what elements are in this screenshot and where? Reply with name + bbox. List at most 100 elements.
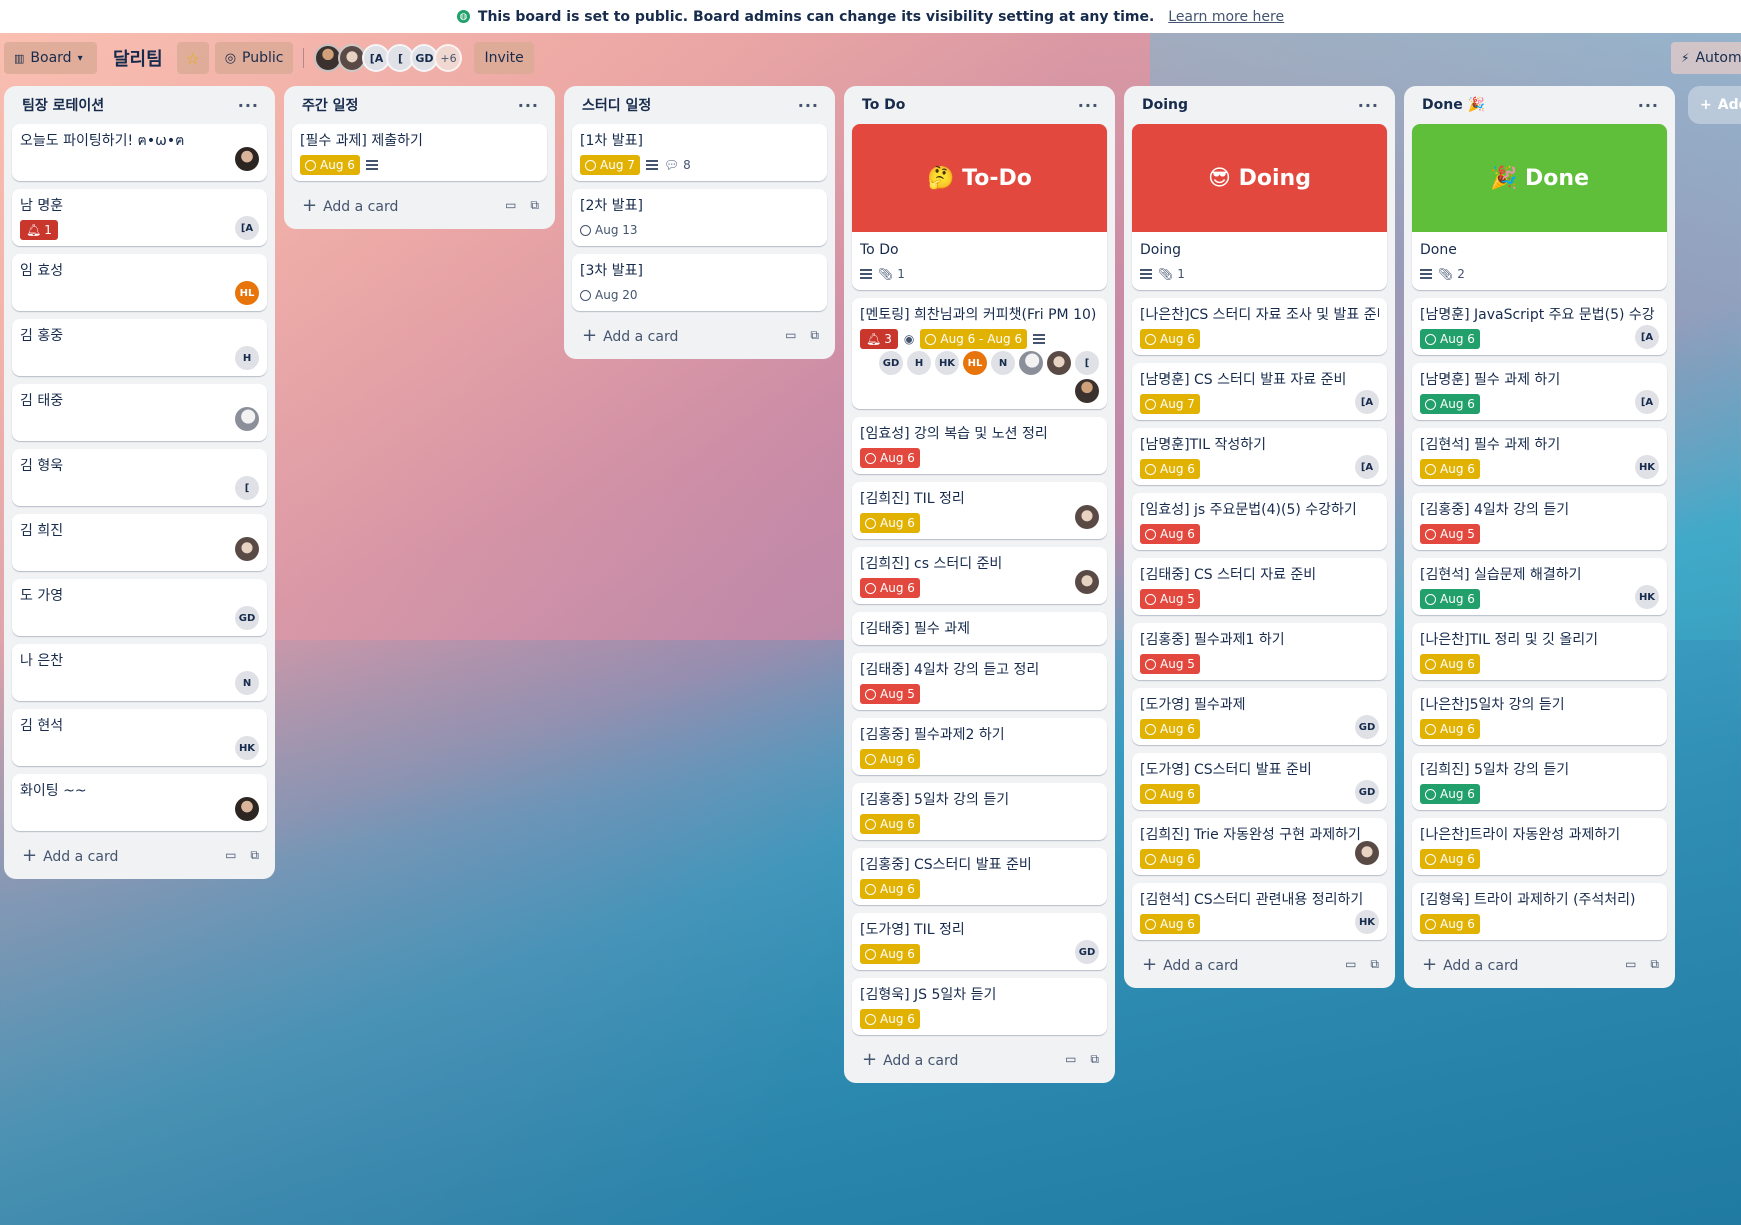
card[interactable]: [임효성] js 주요문법(4)(5) 수강하기 Aug 6 [1132,493,1387,550]
template-icon[interactable]: ▭ [1345,957,1356,972]
card[interactable]: 김 형욱 [ [12,449,267,506]
learn-more-link[interactable]: Learn more here [1168,9,1284,25]
card-template-icon[interactable]: ⧉ [1650,957,1659,972]
card-template-icon[interactable]: ⧉ [1090,1052,1099,1067]
member-avatar[interactable] [1019,351,1043,375]
star-button[interactable]: ☆ [176,42,209,74]
member-avatar[interactable]: [A [1635,390,1659,414]
list-title[interactable]: Done 🎉 [1422,97,1485,113]
card-template-icon[interactable]: ⧉ [1370,957,1379,972]
member-avatar[interactable]: GD [1075,940,1099,964]
card[interactable]: 화이팅 ~~ [12,774,267,831]
due-date-badge[interactable]: Aug 6 [860,879,920,899]
more-icon[interactable]: ··· [1638,96,1659,115]
due-date-badge[interactable]: Aug 13 [580,220,638,240]
card[interactable]: [김현석] CS스터디 관련내용 정리하기 Aug 6 HK [1132,883,1387,940]
member-avatar[interactable]: GD [1355,715,1379,739]
card[interactable]: 남 명훈 🔔︎ 1 [A [12,189,267,246]
card[interactable]: [임효성] 강의 복습 및 노션 정리 Aug 6 [852,417,1107,474]
card[interactable]: [김희진] Trie 자동완성 구현 과제하기 Aug 6 [1132,818,1387,875]
card[interactable]: [나은찬]트라이 자동완성 과제하기 Aug 6 [1412,818,1667,875]
card[interactable]: [김희진] 5일차 강의 듣기 Aug 6 [1412,753,1667,810]
member-avatar[interactable]: HK [1355,910,1379,934]
card[interactable]: [김홍중] CS스터디 발표 준비 Aug 6 [852,848,1107,905]
more-icon[interactable]: ··· [798,96,819,115]
invite-button[interactable]: Invite [474,42,534,74]
member-avatar[interactable]: H [907,351,931,375]
due-date-badge[interactable]: Aug 6 [860,944,920,964]
member-avatar[interactable] [235,147,259,171]
card[interactable]: [나은찬]TIL 정리 및 깃 올리기 Aug 6 [1412,623,1667,680]
due-date-badge[interactable]: Aug 6 [860,814,920,834]
card[interactable]: 🎉 Done Done 📎︎ 2 [1412,124,1667,290]
template-icon[interactable]: ▭ [1625,957,1636,972]
due-date-badge[interactable]: Aug 5 [1140,589,1200,609]
member-avatar[interactable]: HK [1635,585,1659,609]
card[interactable]: 김 홍중 H [12,319,267,376]
due-date-badge[interactable]: Aug 6 [1140,524,1200,544]
member-avatar[interactable]: GD [879,351,903,375]
due-date-badge[interactable]: Aug 6 [1420,589,1480,609]
card[interactable]: 임 효성 HL [12,254,267,311]
member-avatar[interactable]: [A [235,216,259,240]
due-date-badge[interactable]: Aug 6 [860,513,920,533]
template-icon[interactable]: ▭ [225,848,236,863]
card[interactable]: [김홍중] 5일차 강의 듣기 Aug 6 [852,783,1107,840]
add-card-button[interactable]: + Add a card [22,845,118,866]
due-date-badge[interactable]: Aug 5 [860,684,920,704]
card[interactable]: [김희진] TIL 정리 Aug 6 [852,482,1107,539]
more-icon[interactable]: ··· [1078,96,1099,115]
due-date-badge[interactable]: Aug 6 [1140,849,1200,869]
card[interactable]: 김 태중 [12,384,267,441]
due-date-badge[interactable]: Aug 6 [1140,459,1200,479]
member-avatar[interactable] [1047,351,1071,375]
card[interactable]: [김현석] 실습문제 해결하기 Aug 6 HK [1412,558,1667,615]
card[interactable]: [김태중] CS 스터디 자료 준비 Aug 5 [1132,558,1387,615]
add-card-button[interactable]: + Add a card [1422,954,1518,975]
list-header[interactable]: To Do ··· [852,86,1107,124]
add-card-button[interactable]: + Add a card [302,195,398,216]
member-avatar[interactable]: HK [235,736,259,760]
member-avatar[interactable] [1075,379,1099,403]
card[interactable]: [멘토링] 희찬님과의 커피챗(Fri PM 10) 🔔︎ 3 ◉ Aug 6 - Au… [852,298,1107,409]
due-date-badge[interactable]: Aug 7 [1140,394,1200,414]
card-template-icon[interactable]: ⧉ [810,328,819,343]
more-icon[interactable]: ··· [1358,96,1379,115]
card[interactable]: 김 희진 [12,514,267,571]
list-header[interactable]: Done 🎉 ··· [1412,86,1667,124]
card[interactable]: [남명훈] CS 스터디 발표 자료 준비 Aug 7 [A [1132,363,1387,420]
member-avatar[interactable]: [ [1075,351,1099,375]
due-date-badge[interactable]: Aug 6 [1420,654,1480,674]
due-date-badge[interactable]: Aug 6 [1140,914,1200,934]
card[interactable]: [필수 과제] 제출하기 Aug 6 [292,124,547,181]
card[interactable]: 🤔 To-Do To Do 📎︎ 1 [852,124,1107,290]
card[interactable]: 나 은찬 N [12,644,267,701]
due-date-badge[interactable]: Aug 6 [1420,914,1480,934]
due-date-badge[interactable]: Aug 6 [1420,394,1480,414]
board-title[interactable]: 달리팀 [113,45,163,71]
add-list-button[interactable]: + Add [1688,86,1741,124]
card[interactable]: [2차 발표] Aug 13 [572,189,827,246]
due-date-badge[interactable]: Aug 6 [860,448,920,468]
member-avatar[interactable] [235,407,259,431]
member-avatar[interactable]: [ [235,476,259,500]
add-card-button[interactable]: + Add a card [862,1049,958,1070]
card[interactable]: 😎 Doing Doing 📎︎ 1 [1132,124,1387,290]
due-date-badge[interactable]: Aug 6 [1140,719,1200,739]
card[interactable]: [도가영] TIL 정리 Aug 6 GD [852,913,1107,970]
due-date-badge[interactable]: Aug 6 [1420,784,1480,804]
member-avatar[interactable]: [A [1355,390,1379,414]
due-date-badge[interactable]: Aug 6 [1420,459,1480,479]
template-icon[interactable]: ▭ [505,198,516,213]
card[interactable]: [김형욱] JS 5일차 듣기 Aug 6 [852,978,1107,1035]
automation-button[interactable]: ⚡ Autom [1671,42,1741,74]
member-avatar[interactable] [235,797,259,821]
card[interactable]: [김태중] 필수 과제 [852,612,1107,645]
member-avatar[interactable] [1075,505,1099,529]
list-header[interactable]: Doing ··· [1132,86,1387,124]
due-date-badge[interactable]: Aug 6 [300,155,360,175]
list-header[interactable]: 스터디 일정 ··· [572,86,827,124]
member-avatar[interactable]: N [235,671,259,695]
list-header[interactable]: 주간 일정 ··· [292,86,547,124]
list-title[interactable]: To Do [862,97,905,113]
